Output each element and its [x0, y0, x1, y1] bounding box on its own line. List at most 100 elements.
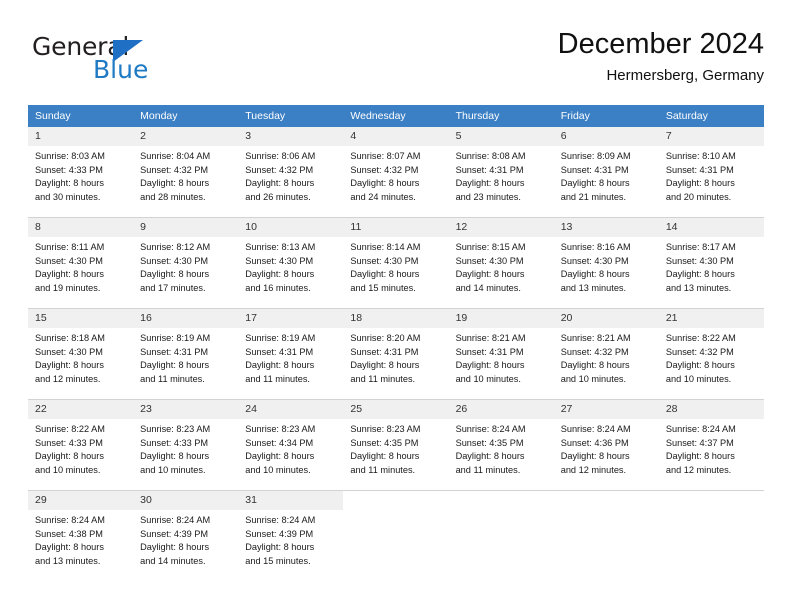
day-details: Sunrise: 8:23 AM Sunset: 4:35 PM Daylight:… [343, 419, 448, 477]
sunrise-text: Sunrise: 8:23 AM [140, 424, 211, 434]
sunrise-text: Sunrise: 8:24 AM [35, 515, 105, 525]
calendar-day-cell[interactable]: 8 Sunrise: 8:11 AM Sunset: 4:30 PM Daylight… [28, 217, 134, 302]
calendar-day-cell[interactable]: 20 Sunrise: 8:21 AM Sunset: 4:32 PM Dayligh… [553, 308, 659, 393]
calendar-day-cell[interactable]: 7 Sunrise: 8:10 AM Sunset: 4:31 PM Daylight… [658, 127, 764, 211]
sunrise-text: Sunrise: 8:23 AM [245, 424, 316, 434]
calendar-day-cell[interactable]: 4 Sunrise: 8:07 AM Sunset: 4:32 PM Daylight… [343, 127, 449, 211]
calendar-day-cell[interactable]: 15 Sunrise: 8:18 AM Sunset: 4:30 PM Dayligh… [28, 308, 134, 393]
daylight-text-line1: Daylight: 8 hours [245, 269, 315, 280]
day-number: 20 [553, 309, 659, 328]
sunrise-text: Sunrise: 8:08 AM [455, 151, 526, 161]
sunrise-text: Sunrise: 8:24 AM [245, 515, 316, 525]
calendar-day-cell[interactable]: 22 Sunrise: 8:22 AM Sunset: 4:33 PM Dayligh… [28, 399, 134, 484]
calendar-day-cell[interactable]: 30 Sunrise: 8:24 AM Sunset: 4:39 PM Dayligh… [133, 490, 239, 575]
daylight-text-line2: and 12 minutes. [560, 464, 627, 475]
sunset-text: Sunset: 4:30 PM [665, 255, 734, 266]
sunrise-text: Sunrise: 8:07 AM [350, 151, 421, 161]
calendar-week-row: 29 Sunrise: 8:24 AM Sunset: 4:38 PM Dayligh… [28, 490, 764, 575]
daylight-text-line2: and 16 minutes. [245, 282, 311, 293]
day-number: 22 [28, 400, 134, 419]
calendar-day-cell[interactable]: 3 Sunrise: 8:06 AM Sunset: 4:32 PM Daylight… [238, 127, 344, 211]
daylight-text-line1: Daylight: 8 hours [665, 451, 735, 462]
calendar-day-cell[interactable]: 23 Sunrise: 8:23 AM Sunset: 4:33 PM Dayligh… [133, 399, 239, 484]
day-number [343, 491, 448, 510]
day-details: Sunrise: 8:24 AM Sunset: 4:36 PM Daylight:… [554, 419, 659, 477]
day-details: Sunrise: 8:23 AM Sunset: 4:33 PM Daylight:… [133, 419, 238, 477]
sunrise-text: Sunrise: 8:24 AM [665, 424, 736, 434]
calendar-day-cell[interactable]: 29 Sunrise: 8:24 AM Sunset: 4:38 PM Dayligh… [28, 490, 134, 575]
sunrise-text: Sunrise: 8:13 AM [245, 242, 316, 252]
sunrise-text: Sunrise: 8:21 AM [455, 333, 526, 343]
day-number: 10 [238, 218, 344, 237]
calendar-day-cell[interactable]: 24 Sunrise: 8:23 AM Sunset: 4:34 PM Dayligh… [238, 399, 344, 484]
general-blue-logo: General Blue [32, 34, 212, 90]
daylight-text-line2: and 12 minutes. [665, 464, 732, 475]
calendar-day-cell[interactable]: 2 Sunrise: 8:04 AM Sunset: 4:32 PM Daylight… [133, 127, 239, 211]
calendar-day-cell[interactable]: 27 Sunrise: 8:24 AM Sunset: 4:36 PM Dayligh… [553, 399, 659, 484]
weekday-header-wednesday: Wednesday [343, 105, 449, 127]
calendar-day-cell[interactable]: 25 Sunrise: 8:23 AM Sunset: 4:35 PM Dayligh… [343, 399, 449, 484]
sunset-text: Sunset: 4:35 PM [455, 437, 524, 448]
day-number [554, 491, 659, 510]
calendar-day-cell [658, 490, 764, 575]
calendar-day-cell[interactable]: 11 Sunrise: 8:14 AM Sunset: 4:30 PM Dayligh… [343, 217, 449, 302]
sunrise-text: Sunrise: 8:04 AM [140, 151, 211, 161]
daylight-text-line2: and 10 minutes. [35, 464, 101, 475]
calendar-day-cell[interactable]: 19 Sunrise: 8:21 AM Sunset: 4:31 PM Dayligh… [448, 308, 554, 393]
calendar-day-cell[interactable]: 14 Sunrise: 8:17 AM Sunset: 4:30 PM Dayligh… [658, 217, 764, 302]
calendar-page: General Blue December 2024 Hermersberg, … [0, 0, 792, 612]
calendar-day-cell[interactable]: 18 Sunrise: 8:20 AM Sunset: 4:31 PM Dayligh… [343, 308, 449, 393]
calendar-header-row: Sunday Monday Tuesday Wednesday Thursday… [28, 105, 764, 127]
sunset-text: Sunset: 4:30 PM [350, 255, 419, 266]
calendar-day-cell[interactable]: 13 Sunrise: 8:16 AM Sunset: 4:30 PM Dayligh… [553, 217, 659, 302]
daylight-text-line1: Daylight: 8 hours [455, 360, 525, 371]
day-details: Sunrise: 8:22 AM Sunset: 4:33 PM Daylight:… [28, 419, 133, 477]
day-number: 19 [448, 309, 554, 328]
day-details: Sunrise: 8:23 AM Sunset: 4:34 PM Daylight:… [238, 419, 343, 477]
daylight-text-line1: Daylight: 8 hours [560, 360, 630, 371]
day-number: 17 [238, 309, 344, 328]
calendar-day-cell[interactable]: 21 Sunrise: 8:22 AM Sunset: 4:32 PM Dayligh… [658, 308, 764, 393]
day-number: 23 [133, 400, 239, 419]
calendar-day-cell[interactable]: 10 Sunrise: 8:13 AM Sunset: 4:30 PM Dayligh… [238, 217, 344, 302]
day-details: Sunrise: 8:03 AM Sunset: 4:33 PM Daylight:… [28, 146, 133, 204]
page-subtitle: Hermersberg, Germany [606, 67, 764, 84]
day-cell-inner: 31 Sunrise: 8:24 AM Sunset: 4:39 PM Dayligh… [238, 491, 344, 575]
sunrise-text: Sunrise: 8:20 AM [350, 333, 421, 343]
daylight-text-line1: Daylight: 8 hours [35, 451, 104, 462]
logo-text-blue: Blue [93, 55, 149, 84]
calendar-day-cell[interactable]: 12 Sunrise: 8:15 AM Sunset: 4:30 PM Dayligh… [448, 217, 554, 302]
daylight-text-line1: Daylight: 8 hours [35, 542, 104, 553]
day-details: Sunrise: 8:15 AM Sunset: 4:30 PM Daylight:… [449, 237, 554, 295]
calendar-day-cell[interactable]: 26 Sunrise: 8:24 AM Sunset: 4:35 PM Dayligh… [448, 399, 554, 484]
calendar-day-cell[interactable]: 28 Sunrise: 8:24 AM Sunset: 4:37 PM Dayligh… [658, 399, 764, 484]
daylight-text-line1: Daylight: 8 hours [140, 451, 210, 462]
sunrise-text: Sunrise: 8:15 AM [455, 242, 526, 252]
calendar-body: 1 Sunrise: 8:03 AM Sunset: 4:33 PM Daylight… [28, 127, 764, 575]
calendar-day-cell[interactable]: 16 Sunrise: 8:19 AM Sunset: 4:31 PM Dayligh… [133, 308, 239, 393]
calendar-day-cell[interactable]: 9 Sunrise: 8:12 AM Sunset: 4:30 PM Daylight… [133, 217, 239, 302]
daylight-text-line2: and 20 minutes. [665, 191, 732, 202]
day-number: 28 [658, 400, 764, 419]
daylight-text-line1: Daylight: 8 hours [35, 178, 104, 189]
daylight-text-line1: Daylight: 8 hours [560, 451, 630, 462]
calendar-day-cell[interactable]: 6 Sunrise: 8:09 AM Sunset: 4:31 PM Daylight… [553, 127, 659, 211]
daylight-text-line2: and 28 minutes. [140, 191, 206, 202]
sunset-text: Sunset: 4:32 PM [350, 164, 419, 175]
daylight-text-line2: and 10 minutes. [245, 464, 311, 475]
sunset-text: Sunset: 4:31 PM [455, 164, 524, 175]
calendar-day-cell[interactable]: 31 Sunrise: 8:24 AM Sunset: 4:39 PM Dayligh… [238, 490, 344, 575]
day-cell-inner [659, 491, 764, 575]
calendar-day-cell[interactable]: 5 Sunrise: 8:08 AM Sunset: 4:31 PM Daylight… [448, 127, 554, 211]
daylight-text-line1: Daylight: 8 hours [455, 451, 525, 462]
daylight-text-line2: and 13 minutes. [665, 282, 732, 293]
sunset-text: Sunset: 4:31 PM [560, 164, 629, 175]
calendar-day-cell[interactable]: 17 Sunrise: 8:19 AM Sunset: 4:31 PM Dayligh… [238, 308, 344, 393]
day-number: 11 [343, 218, 449, 237]
calendar-day-cell[interactable]: 1 Sunrise: 8:03 AM Sunset: 4:33 PM Daylight… [28, 127, 134, 211]
sunrise-text: Sunrise: 8:14 AM [350, 242, 421, 252]
sunrise-text: Sunrise: 8:19 AM [140, 333, 211, 343]
sunrise-text: Sunrise: 8:21 AM [560, 333, 631, 343]
calendar-week-row: 8 Sunrise: 8:11 AM Sunset: 4:30 PM Daylight… [28, 217, 764, 302]
daylight-text-line1: Daylight: 8 hours [350, 360, 420, 371]
